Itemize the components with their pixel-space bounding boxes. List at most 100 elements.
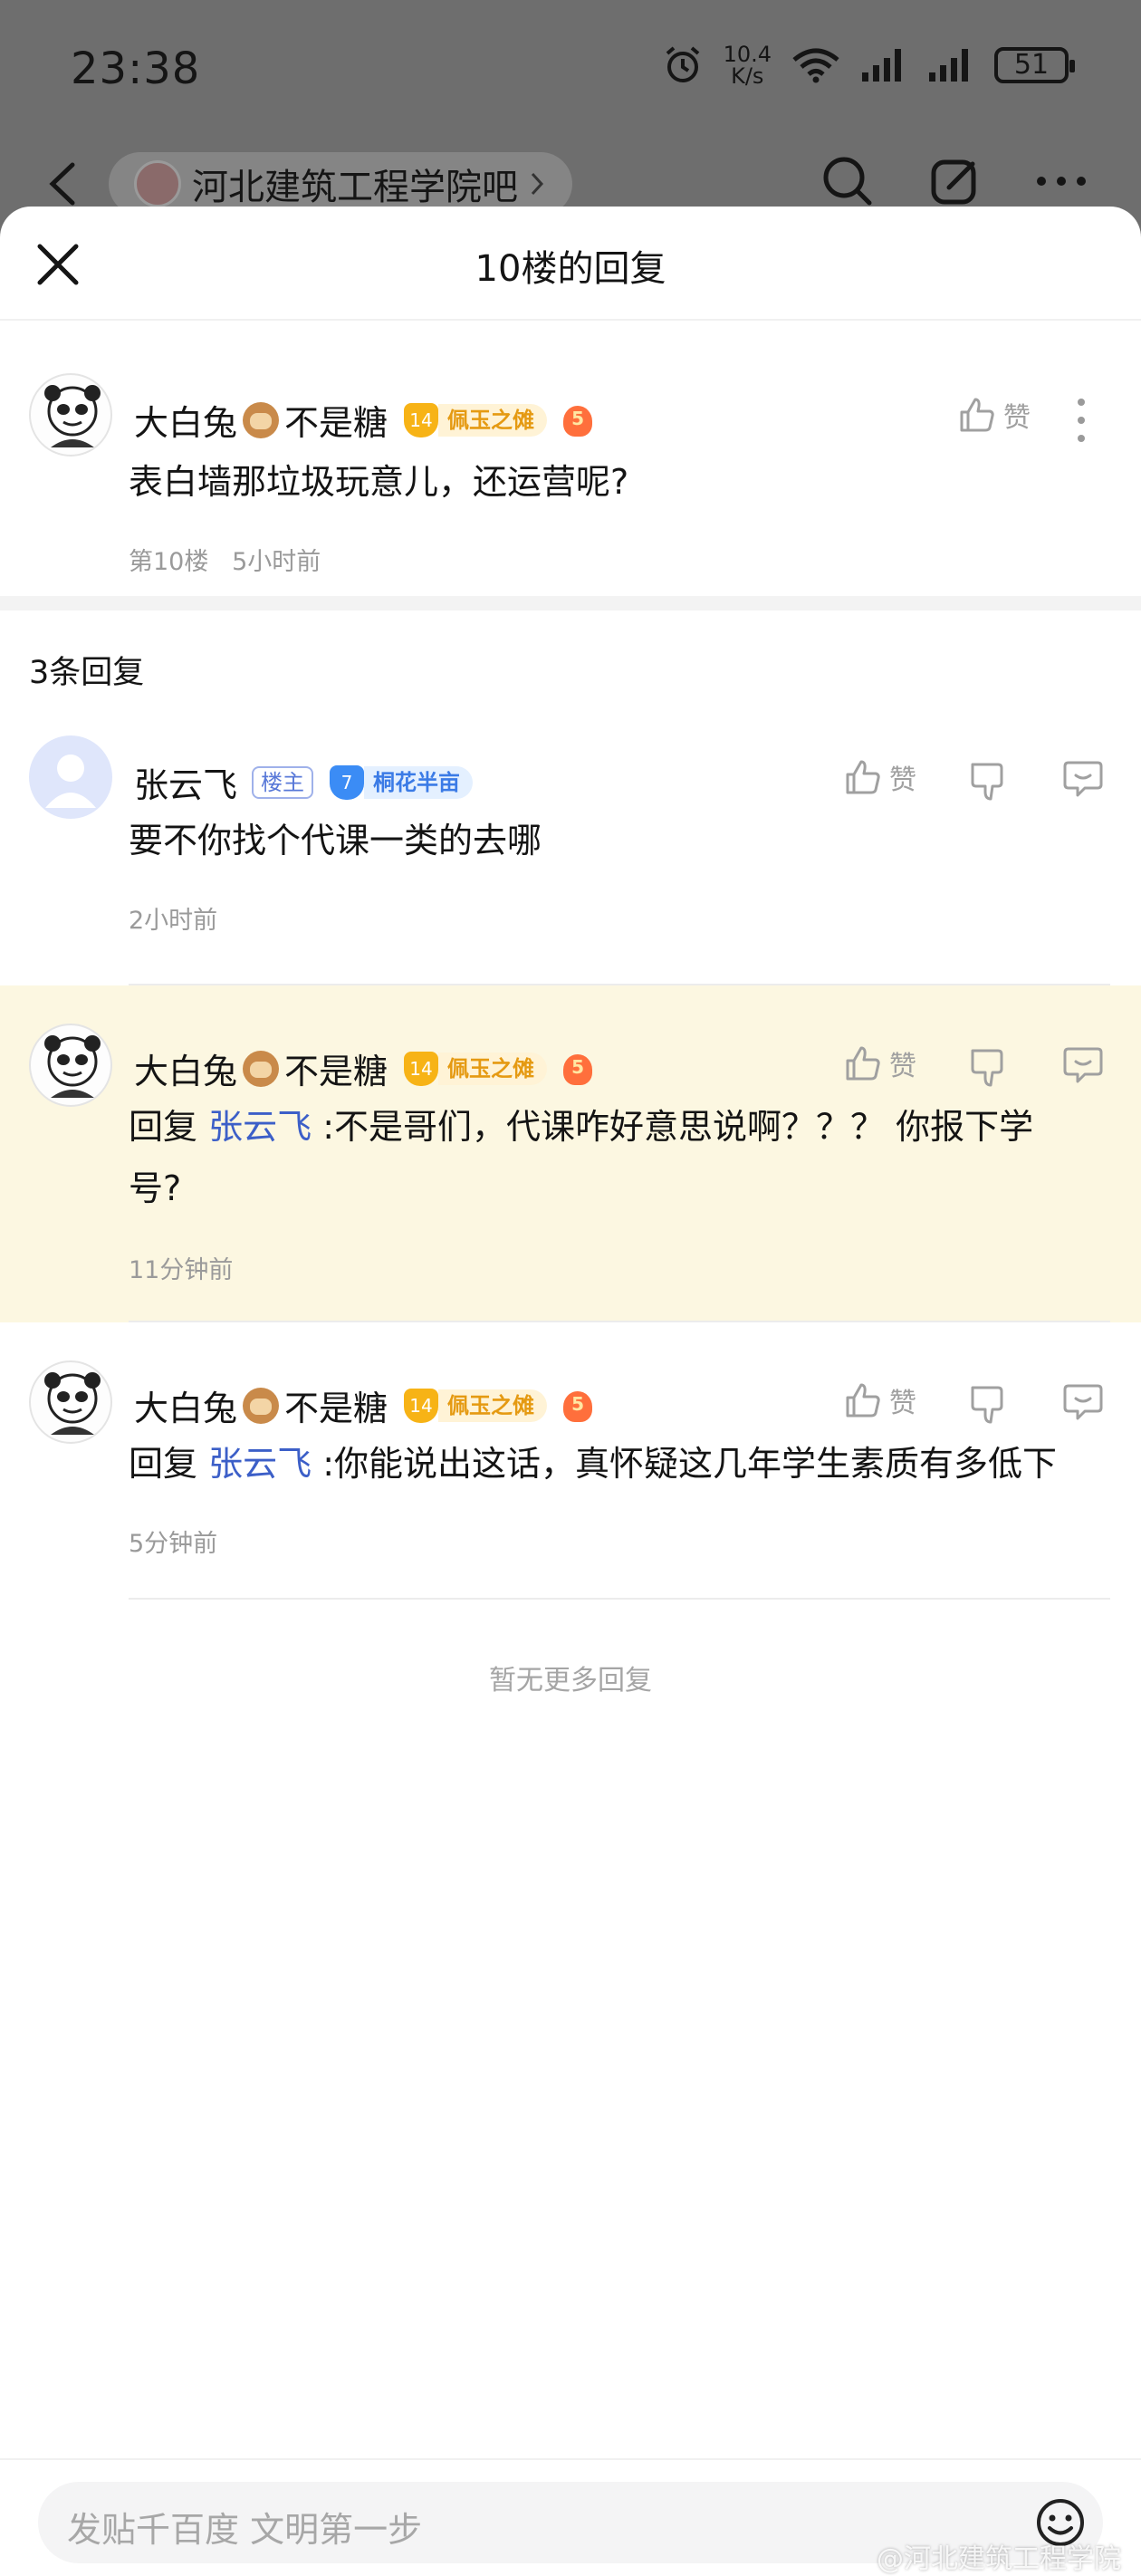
reply-prefix: 回复 — [129, 1107, 198, 1147]
like-label: 赞 — [1003, 402, 1031, 434]
username[interactable]: 大白兔 不是糖 14 佩玉之傩 — [134, 1043, 596, 1093]
like-label: 赞 — [889, 1388, 916, 1419]
level-title: 桐花半亩 — [364, 765, 474, 799]
thumbs-up-icon — [960, 398, 994, 432]
reply-content: 回复 张云飞 :你能说出这话，真怀疑这几年学生素质有多低下 — [129, 1433, 1125, 1495]
net-speed-value: 10.4 — [723, 42, 772, 67]
post-time: 5小时前 — [232, 548, 321, 576]
battery-icon: 51 — [994, 47, 1075, 83]
monkey-emoji-icon — [243, 401, 280, 438]
nav-actions — [820, 154, 1087, 208]
level-title: 佩玉之傩 — [438, 1052, 548, 1085]
reply-target-link[interactable]: 张云飞 — [208, 1444, 312, 1484]
reply-prefix: 回复 — [129, 1444, 198, 1484]
alarm-icon — [666, 46, 699, 82]
avatar[interactable] — [29, 373, 112, 457]
avatar[interactable] — [29, 1024, 112, 1107]
username[interactable]: 大白兔 不是糖 14 佩玉之傩 — [134, 1380, 596, 1430]
like-button[interactable]: 赞 — [844, 1380, 916, 1420]
username-text: 大白兔 — [134, 1389, 238, 1428]
username-text: 大白兔 — [134, 403, 238, 443]
like-label: 赞 — [889, 764, 916, 796]
reply-time: 5分钟前 — [129, 1530, 218, 1558]
reply-time: 11分钟前 — [129, 1256, 234, 1284]
forum-logo — [134, 160, 181, 207]
net-speed: 10.4 K/s — [724, 43, 772, 87]
fire-badge-icon — [560, 1051, 596, 1087]
thumbs-up-icon — [846, 1046, 880, 1081]
like-button[interactable]: 赞 — [958, 395, 1031, 435]
reply-target-link[interactable]: 张云飞 — [208, 1107, 312, 1147]
username-suffix: 不是糖 — [284, 1389, 388, 1428]
username-suffix: 不是糖 — [284, 1052, 388, 1091]
section-divider — [0, 596, 1141, 610]
reply-content: 回复 张云飞 :不是哥们，代课咋好意思说啊？？？ 你报下学 号? — [129, 1096, 1107, 1219]
level-badge[interactable]: 7 桐花半亩 — [330, 764, 474, 800]
origin-post: 大白兔 不是糖 14 佩玉之傩 赞 表白墙那垃圾玩意儿，还运营呢? 第10楼 5… — [0, 321, 1141, 596]
username-text: 张云飞 — [134, 765, 238, 805]
wifi-icon — [792, 48, 839, 83]
reply-count-row: 3条回复 — [0, 610, 1141, 710]
username[interactable]: 张云飞 楼主 7 桐花半亩 — [134, 757, 474, 807]
status-bar: 23:38 10.4 K/s 51 — [0, 0, 1141, 145]
watermark: @河北建筑工程学院 — [877, 2543, 1121, 2575]
edit-icon[interactable] — [929, 155, 982, 207]
floor-number: 第10楼 — [129, 548, 209, 576]
level-badge[interactable]: 14 佩玉之傩 — [404, 402, 548, 437]
default-user-avatar-icon — [45, 755, 96, 808]
no-more-replies: 暂无更多回复 — [489, 1665, 652, 1697]
username-suffix: 不是糖 — [284, 403, 388, 443]
avatar[interactable] — [29, 735, 112, 819]
username-text: 大白兔 — [134, 1052, 238, 1091]
reply-item: 大白兔 不是糖 14 佩玉之傩 赞 回复 张云飞 :你能说出这话，真怀疑这几年学… — [0, 1322, 1141, 1600]
reply-item: 张云飞 楼主 7 桐花半亩 赞 要不你找个代课一类的去哪 2小时前 — [0, 710, 1141, 985]
reply-count: 3条回复 — [29, 655, 145, 691]
like-button[interactable]: 赞 — [844, 757, 916, 797]
level-number: 14 — [404, 402, 439, 437]
level-badge[interactable]: 14 佩玉之傩 — [404, 1388, 548, 1423]
reply-content: 要不你找个代课一类的去哪 — [129, 821, 542, 860]
level-title: 佩玉之傩 — [438, 403, 548, 437]
thumbs-down-icon[interactable] — [967, 759, 1011, 803]
level-title: 佩玉之傩 — [438, 1389, 548, 1422]
reply-content-line2: 号? — [129, 1168, 182, 1208]
clock: 23:38 — [71, 43, 201, 94]
net-speed-unit: K/s — [731, 63, 764, 89]
post-content: 表白墙那垃圾玩意儿，还运营呢? — [129, 462, 629, 502]
panda-avatar-icon — [44, 1035, 101, 1098]
signal-icon-2 — [929, 49, 968, 82]
panda-avatar-icon — [44, 1372, 101, 1435]
reply-content-line1: :不是哥们，代课咋好意思说啊？？？ 你报下学 — [322, 1107, 1034, 1147]
like-button[interactable]: 赞 — [844, 1043, 916, 1083]
post-meta: 第10楼 5小时前 — [129, 542, 321, 577]
chevron-right-icon — [531, 172, 544, 196]
signal-icon — [862, 49, 901, 82]
comment-icon[interactable] — [1061, 1043, 1105, 1087]
level-number: 14 — [404, 1051, 439, 1086]
fire-badge-icon — [560, 1388, 596, 1424]
thumbs-up-icon — [846, 760, 880, 794]
level-number: 14 — [404, 1388, 439, 1423]
search-icon[interactable] — [820, 154, 875, 208]
level-number: 7 — [330, 764, 365, 800]
reply-item-highlighted: 大白兔 不是糖 14 佩玉之傩 赞 回复 张云飞 :不是哥们，代课咋好意思说啊？… — [0, 985, 1141, 1322]
comment-icon[interactable] — [1061, 1380, 1105, 1424]
thumbs-down-icon[interactable] — [967, 1382, 1011, 1426]
more-icon[interactable] — [1036, 174, 1087, 188]
level-badge[interactable]: 14 佩玉之傩 — [404, 1051, 548, 1086]
avatar[interactable] — [29, 1360, 112, 1444]
monkey-emoji-icon — [243, 1050, 280, 1087]
more-vertical-icon[interactable] — [1072, 397, 1090, 444]
reply-time: 2小时前 — [129, 907, 218, 935]
status-icons: 10.4 K/s 51 — [662, 43, 1075, 87]
thumbs-down-icon[interactable] — [967, 1045, 1011, 1089]
sheet-header: 10楼的回复 — [0, 207, 1141, 321]
divider — [129, 1598, 1110, 1600]
comment-icon[interactable] — [1061, 757, 1105, 801]
back-arrow-icon[interactable] — [45, 161, 82, 207]
username[interactable]: 大白兔 不是糖 14 佩玉之傩 — [134, 395, 596, 445]
panda-avatar-icon — [44, 385, 101, 447]
owner-tag: 楼主 — [252, 765, 314, 799]
reply-sheet: 10楼的回复 大白兔 不是糖 14 佩玉之傩 5 赞 表白墙那垃圾玩意儿，还运营… — [0, 207, 1141, 2576]
thumbs-up-icon — [846, 1383, 880, 1418]
